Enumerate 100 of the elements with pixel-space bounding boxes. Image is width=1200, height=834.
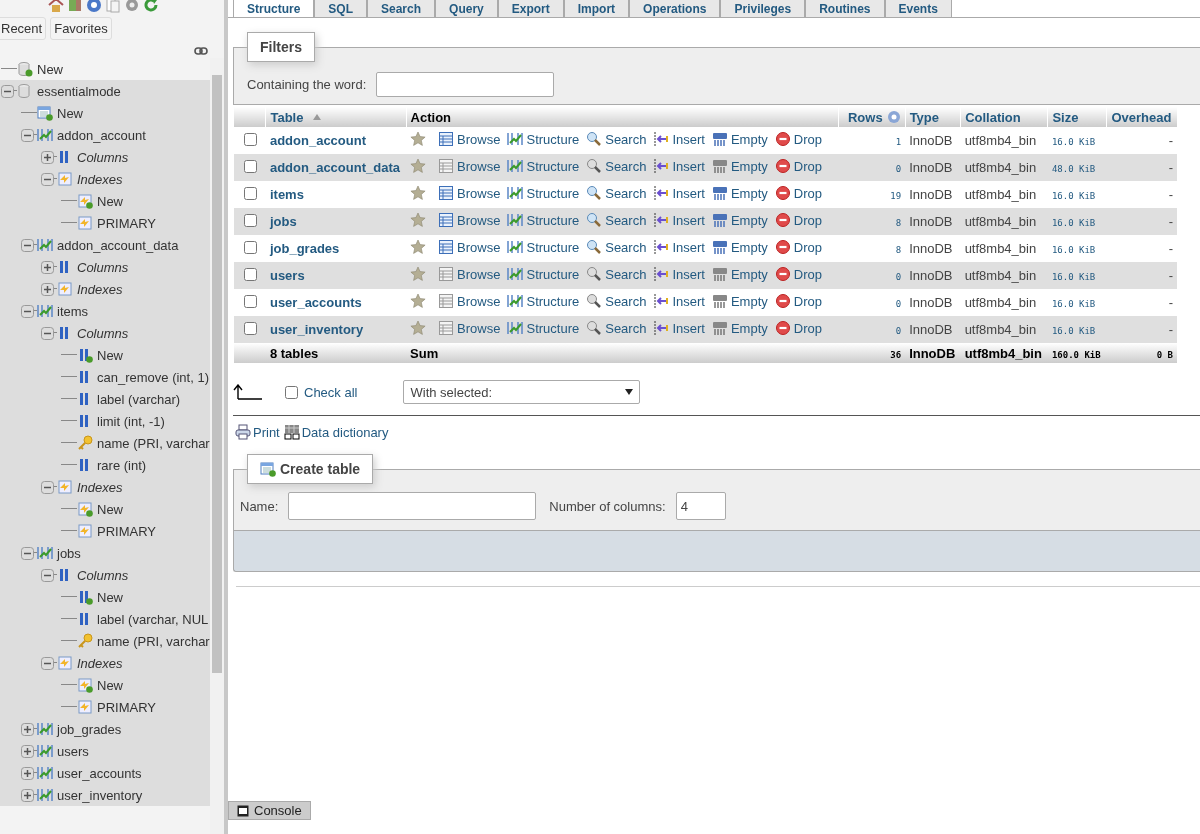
sidebar-button[interactable]: Recent [0,17,47,40]
action-link[interactable]: Empty [711,131,768,147]
tree-row[interactable]: New [0,586,210,608]
tree-row[interactable]: New [0,498,210,520]
star-icon[interactable] [410,212,427,228]
tree-row[interactable]: jobs [0,542,210,564]
action-link[interactable]: Drop [774,131,822,147]
check-all-label[interactable]: Check all [304,384,358,400]
tree-row[interactable]: Columns [0,146,210,168]
tree-item[interactable]: New [97,501,123,517]
columns-input[interactable]: 4 [675,492,726,520]
tree-row[interactable]: Columns [0,564,210,586]
star-icon[interactable] [410,293,427,309]
action-link[interactable]: Empty [711,266,768,282]
action-link[interactable]: Structure [507,158,580,174]
tab[interactable]: Import [563,0,630,17]
tab[interactable]: Events [884,0,952,17]
toolbar-link[interactable]: Data dictionary [283,424,389,440]
tree-item[interactable]: users [57,743,89,759]
table-name-link[interactable]: user_accounts [269,295,362,310]
help-icon[interactable] [886,110,901,124]
star-icon[interactable] [410,266,427,282]
tab[interactable]: Search [367,0,436,17]
tree-item[interactable]: PRIMARY [97,523,156,539]
table-name-link[interactable]: users [269,268,305,283]
action-link[interactable]: Browse [438,320,501,336]
reload-icon[interactable] [143,0,159,13]
action-link[interactable]: Empty [711,320,768,336]
tree-row[interactable]: addon_account_data [0,234,210,256]
action-link[interactable]: Browse [438,212,501,228]
tree-row[interactable]: essentialmode [0,80,210,102]
action-link[interactable]: Empty [711,293,768,309]
star-icon[interactable] [410,239,427,255]
tab[interactable]: Operations [629,0,721,17]
action-link[interactable]: Search [586,185,647,201]
row-checkbox[interactable] [243,213,257,227]
tree-row[interactable]: user_accounts [0,762,210,784]
collapse-toggle[interactable] [41,172,54,186]
action-link[interactable]: Structure [507,185,580,201]
tree-item[interactable]: New [97,193,123,209]
tree-item[interactable]: New [97,677,123,693]
action-link[interactable]: Browse [438,131,501,147]
tree-item[interactable]: name (PRI, varchar [97,633,210,649]
tab[interactable]: Routines [805,0,885,17]
filter-input[interactable] [376,71,555,97]
tree-item[interactable]: Columns [77,259,129,275]
row-checkbox[interactable] [243,240,257,254]
tree-item[interactable]: New [97,589,123,605]
toolbar-link[interactable]: Print [235,424,280,440]
tree-row[interactable]: name (PRI, varchar [0,630,210,652]
tab[interactable]: Export [497,0,564,17]
tree-item[interactable]: label (varchar, NUL [97,611,209,627]
check-all-checkbox[interactable] [285,385,298,399]
tree-item[interactable]: Indexes [77,655,123,671]
collapse-toggle[interactable] [41,656,54,670]
tree-row[interactable]: addon_account [0,124,210,146]
with-selected-dropdown[interactable]: With selected: [403,380,641,404]
action-link[interactable]: Drop [774,320,822,336]
action-link[interactable]: Insert [653,239,705,255]
action-link[interactable]: Browse [438,185,501,201]
action-link[interactable]: Structure [507,266,580,282]
star-icon[interactable] [410,131,427,147]
table-name-link[interactable]: items [269,187,304,202]
home-icon[interactable] [48,0,64,13]
tree-row[interactable]: PRIMARY [0,696,210,718]
tree-item[interactable]: user_inventory [57,787,143,803]
tree-item[interactable]: New [97,347,123,363]
table-name-link[interactable]: jobs [269,214,297,229]
action-link[interactable]: Search [586,266,647,282]
action-link[interactable]: Insert [653,185,705,201]
row-checkbox[interactable] [243,132,257,146]
action-link[interactable]: Browse [438,266,501,282]
action-link[interactable]: Insert [653,158,705,174]
help-icon[interactable] [86,0,102,13]
action-link[interactable]: Structure [507,320,580,336]
tree-row[interactable]: items [0,300,210,322]
expand-toggle[interactable] [41,260,54,274]
tab[interactable]: Privileges [720,0,806,17]
tree-item[interactable]: Indexes [77,479,123,495]
tree-item[interactable]: limit (int, -1) [97,413,165,429]
tree-row[interactable]: Indexes [0,278,210,300]
tab[interactable]: Structure [233,0,315,17]
console-tab[interactable]: Console [228,801,311,820]
tree-row[interactable]: can_remove (int, 1) [0,366,210,388]
tree-item[interactable]: user_accounts [57,765,142,781]
tree-item[interactable]: essentialmode [37,83,121,99]
tree-row[interactable]: label (varchar, NUL [0,608,210,630]
tree-item[interactable]: Indexes [77,171,123,187]
name-input[interactable] [288,492,537,520]
action-link[interactable]: Empty [711,158,768,174]
action-link[interactable]: Drop [774,212,822,228]
action-link[interactable]: Structure [507,131,580,147]
tree-row[interactable]: label (varchar) [0,388,210,410]
tree-item[interactable]: job_grades [57,721,122,737]
action-link[interactable]: Insert [653,293,705,309]
tree-item[interactable]: label (varchar) [97,391,181,407]
tab[interactable]: Query [435,0,498,17]
star-icon[interactable] [410,158,427,174]
tree-row[interactable]: Indexes [0,476,210,498]
expand-toggle[interactable] [21,744,34,758]
